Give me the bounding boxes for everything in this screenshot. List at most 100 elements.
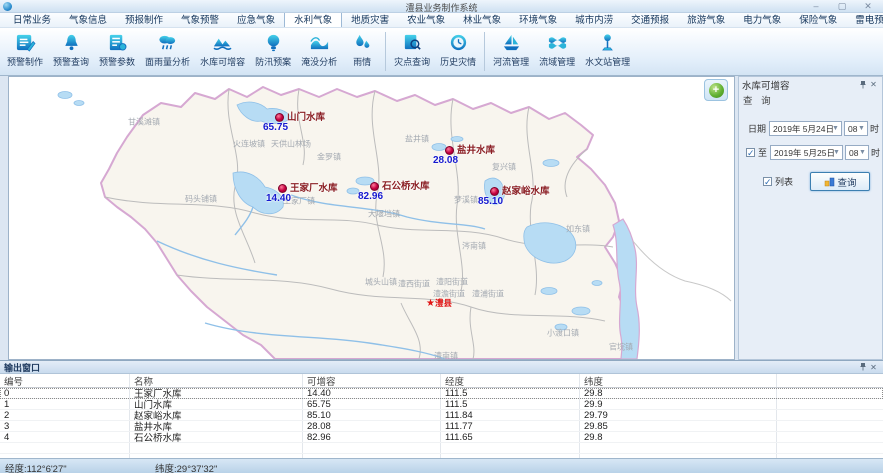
map-add-button[interactable]: +: [704, 79, 728, 101]
basin-manage-icon: [546, 32, 569, 53]
reservoir-dot-icon: [278, 184, 287, 193]
reservoir-capacity-value: 65.75: [263, 122, 288, 133]
toolbar-button-label: 面雨量分析: [145, 55, 190, 68]
column-header[interactable]: 纬度: [580, 374, 777, 387]
town-label: 火连坡镇: [233, 139, 265, 150]
table-cell: 4: [0, 432, 130, 442]
toolbar-button-label: 雨情: [353, 55, 371, 68]
panel-title: 水库可增容: [742, 78, 857, 92]
town-label: 城头山镇: [365, 277, 397, 288]
query-button[interactable]: 查询: [810, 172, 870, 191]
table-cell: 28.08: [303, 421, 441, 431]
town-label: 复兴镇: [492, 162, 516, 173]
minimize-button[interactable]: –: [809, 0, 823, 12]
table-row[interactable]: 1山门水库65.75111.529.9: [0, 399, 883, 410]
toolbar-button-area-rain[interactable]: 面雨量分析: [140, 29, 195, 74]
town-label: 官垸镇: [609, 342, 633, 353]
table-cell: 111.5: [441, 388, 580, 398]
toolbar-button-warn-params[interactable]: 预警参数: [94, 29, 140, 74]
table-cell: 82.96: [303, 432, 441, 442]
from-date-select[interactable]: 2019年 5月24日▼: [769, 121, 842, 136]
column-header[interactable]: 编号: [0, 374, 130, 387]
table-cell: 0: [0, 388, 130, 398]
town-label: 澧南镇: [434, 351, 458, 361]
town-label: 梦溪镇: [454, 195, 478, 206]
close-button[interactable]: ✕: [861, 0, 875, 12]
chevron-down-icon: ▼: [857, 124, 866, 134]
menu-tabs: 日常业务气象信息预报制作气象预警应急气象水利气象地质灾害农业气象林业气象环境气象…: [0, 13, 883, 28]
hour-suffix: 时: [870, 122, 879, 135]
toolbar-button-river-manage[interactable]: 河流管理: [488, 29, 534, 74]
table-cell: 山门水库: [130, 399, 303, 409]
table-cell: 盐井水库: [130, 421, 303, 431]
toolbar-button-label: 预警制作: [7, 55, 43, 68]
table-cell: 111.5: [441, 399, 580, 409]
column-header[interactable]: 名称: [130, 374, 303, 387]
maximize-button[interactable]: ▢: [835, 0, 849, 12]
flood-analysis-icon: [308, 32, 331, 53]
toolbar-button-label: 淹没分析: [301, 55, 337, 68]
warn-params-icon: [106, 32, 129, 53]
toolbar-button-warn-query[interactable]: 预警查询: [48, 29, 94, 74]
panel-close-icon[interactable]: ✕: [868, 79, 879, 90]
warn-make-icon: [14, 32, 37, 53]
date-label: 日期: [748, 122, 766, 135]
to-date-select[interactable]: 2019年 5月25日▼: [770, 145, 843, 160]
toolbar-button-disaster-query[interactable]: 灾点查询: [389, 29, 435, 74]
table-row[interactable]: 4石公桥水库82.96111.6529.8: [0, 432, 883, 443]
toolbar-button-hydro-station[interactable]: 水文站管理: [580, 29, 635, 74]
town-label: 澧浦街道: [472, 289, 504, 300]
table-cell: 29.8: [580, 432, 777, 442]
reservoir-dot-icon: [370, 182, 379, 191]
table-cell: 29.79: [580, 410, 777, 420]
flood-plan-icon: [262, 32, 285, 53]
table-row[interactable]: 0王家厂水库14.40111.529.8: [0, 388, 883, 399]
toolbar-button-flood-analysis[interactable]: 淹没分析: [296, 29, 342, 74]
table-cell: 1: [0, 399, 130, 409]
table-cell: 29.9: [580, 399, 777, 409]
reservoir-dot-icon: [490, 187, 499, 196]
disaster-history-icon: [447, 32, 470, 53]
table-cell: 2: [0, 410, 130, 420]
table-empty-row: [0, 443, 883, 454]
reservoir-capacity-panel: 水库可增容 ✕ 查 询 日期 2019年 5月24日▼ 08▼ 时 ✓ 至 20…: [738, 76, 883, 360]
toolbar-button-label: 灾点查询: [394, 55, 430, 68]
column-header[interactable]: 可增容: [303, 374, 441, 387]
column-header[interactable]: 经度: [441, 374, 580, 387]
toolbar-button-disaster-history[interactable]: 历史灾情: [435, 29, 481, 74]
toolbar-button-reservoir-capacity[interactable]: 水库可增容: [195, 29, 250, 74]
to-date-checkbox[interactable]: ✓: [746, 148, 755, 157]
map-view[interactable]: 甘溪滩镇火连坡镇天供山林场金罗镇盐井镇码头铺镇王家厂镇复兴镇梦溪镇大堰垱镇涔南镇…: [8, 76, 735, 360]
hydro-station-icon: [596, 32, 619, 53]
town-label: 甘溪滩镇: [128, 117, 160, 128]
town-label: 码头铺镇: [185, 194, 217, 205]
table-cell: 111.77: [441, 421, 580, 431]
ribbon-toolbar: 预警制作预警查询预警参数面雨量分析水库可增容防汛预案淹没分析 雨情 灾点查询历史灾情…: [0, 28, 883, 76]
to-label: 至: [758, 146, 767, 159]
table-header-row: 编号名称可增容经度纬度: [0, 374, 883, 388]
town-label: 大堰垱镇: [368, 209, 400, 220]
to-hour-select[interactable]: 08▼: [845, 145, 869, 160]
output-pin-icon[interactable]: [857, 362, 868, 373]
toolbar-button-label: 水文站管理: [585, 55, 630, 68]
table-row[interactable]: 2赵家峪水库85.10111.8429.79: [0, 410, 883, 421]
pin-icon[interactable]: [857, 79, 868, 90]
table-row[interactable]: 3盐井水库28.08111.7729.85: [0, 421, 883, 432]
window-title: 澧县业务制作系统: [0, 1, 883, 14]
query-button-icon: [824, 176, 835, 187]
reservoir-name: 石公桥水库: [382, 178, 430, 192]
list-checkbox[interactable]: ✓: [763, 177, 772, 186]
toolbar-button-flood-plan[interactable]: 防汛预案: [250, 29, 296, 74]
star-icon: ★: [426, 298, 435, 309]
reservoir-name: 王家厂水库: [290, 180, 338, 194]
town-label: 澧西街道: [398, 279, 430, 290]
from-hour-select[interactable]: 08▼: [844, 121, 868, 136]
area-rain-icon: [156, 32, 179, 53]
toolbar-button-basin-manage[interactable]: 流域管理: [534, 29, 580, 74]
output-close-icon[interactable]: ✕: [868, 362, 879, 373]
toolbar-button-warn-make[interactable]: 预警制作: [2, 29, 48, 74]
toolbar-button-rain-info[interactable]: 雨情: [342, 29, 382, 74]
output-window: 输出窗口 ✕ 编号名称可增容经度纬度0王家厂水库14.40111.529.81山…: [0, 360, 883, 458]
table-cell: 65.75: [303, 399, 441, 409]
output-title: 输出窗口: [4, 361, 857, 374]
